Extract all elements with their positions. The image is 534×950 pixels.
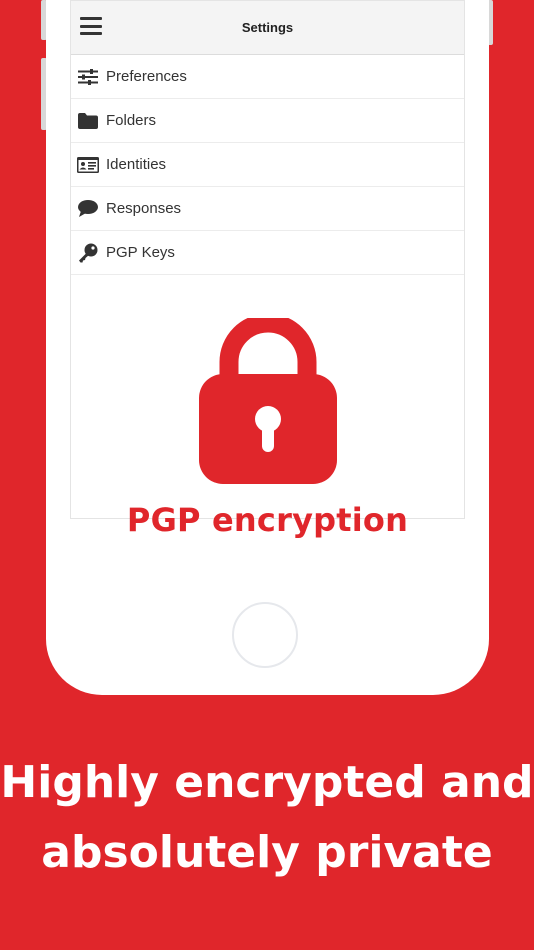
sliders-icon <box>77 66 99 88</box>
menu-label-folders: Folders <box>106 112 157 129</box>
feature-panel: PGP encryption <box>71 273 464 539</box>
key-icon <box>77 242 99 264</box>
headline-line-1: Highly encrypted and <box>0 757 534 808</box>
menu-item-folders[interactable]: Folders <box>71 99 464 143</box>
phone-screen: Settings Preferences Folders Identities … <box>70 0 465 539</box>
speech-bubble-icon <box>77 198 99 220</box>
padlock-icon <box>199 318 337 484</box>
menu-item-preferences[interactable]: Preferences <box>71 55 464 99</box>
page-title: Settings <box>241 20 294 35</box>
folder-icon <box>77 110 99 132</box>
menu-label-preferences: Preferences <box>106 68 187 85</box>
phone-frame: Settings Preferences Folders Identities … <box>46 0 489 695</box>
menu-item-identities[interactable]: Identities <box>71 143 464 187</box>
headline-line-2: absolutely private <box>41 827 493 878</box>
menu-item-responses[interactable]: Responses <box>71 187 464 231</box>
menu-label-identities: Identities <box>106 156 167 173</box>
id-card-icon <box>77 154 99 176</box>
promo-headline: Highly encrypted and absolutely private <box>0 748 534 888</box>
menu-label-responses: Responses <box>106 200 182 217</box>
app-bar: Settings <box>71 1 464 55</box>
feature-caption: PGP encryption <box>126 501 409 539</box>
menu-item-pgp-keys[interactable]: PGP Keys <box>71 231 464 275</box>
home-button[interactable] <box>232 602 298 668</box>
menu-label-pgp-keys: PGP Keys <box>106 244 175 261</box>
